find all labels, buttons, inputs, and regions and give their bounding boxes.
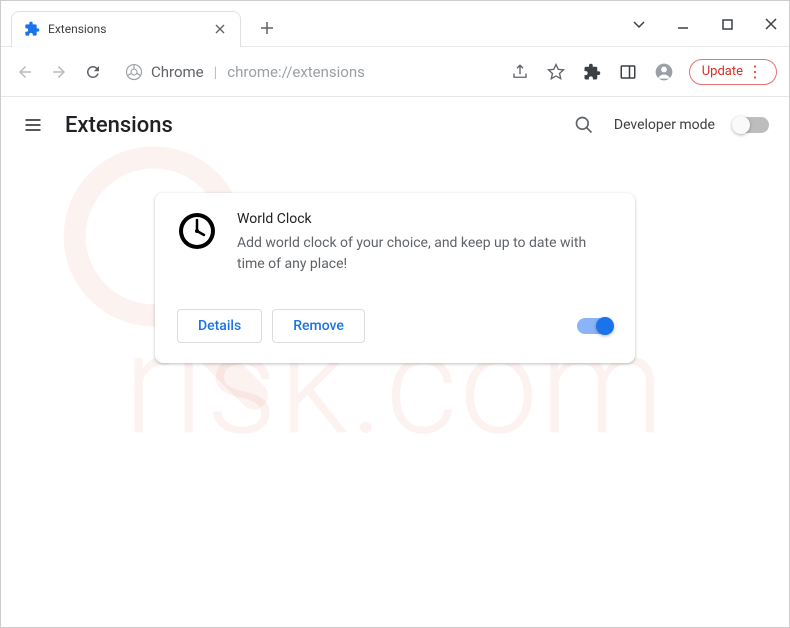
update-button[interactable]: Update ⋮	[689, 59, 777, 85]
new-tab-button[interactable]	[253, 14, 281, 42]
star-icon[interactable]	[545, 61, 567, 83]
details-button[interactable]: Details	[177, 309, 262, 343]
toolbar: Chrome | chrome://extensions Update ⋮	[1, 47, 789, 97]
profile-icon[interactable]	[653, 61, 675, 83]
window-controls	[629, 1, 781, 47]
card-header: World Clock Add world clock of your choi…	[177, 211, 613, 275]
extensions-icon[interactable]	[581, 61, 603, 83]
forward-button[interactable]	[47, 60, 71, 84]
update-label: Update	[702, 64, 743, 79]
menu-dots-icon: ⋮	[747, 64, 762, 80]
chevron-down-icon[interactable]	[629, 14, 649, 34]
clock-icon	[177, 211, 217, 251]
address-separator: |	[214, 63, 218, 81]
share-icon[interactable]	[509, 61, 531, 83]
close-button[interactable]	[761, 14, 781, 34]
toolbar-icons: Update ⋮	[509, 59, 777, 85]
minimize-button[interactable]	[673, 14, 693, 34]
remove-button[interactable]: Remove	[272, 309, 365, 343]
extension-name: World Clock	[237, 211, 613, 227]
reload-button[interactable]	[81, 60, 105, 84]
hamburger-icon[interactable]	[21, 113, 45, 137]
titlebar: Extensions	[1, 1, 789, 47]
extension-card: World Clock Add world clock of your choi…	[155, 193, 635, 363]
sidepanel-icon[interactable]	[617, 61, 639, 83]
address-path: chrome://extensions	[227, 63, 365, 81]
back-button[interactable]	[13, 60, 37, 84]
puzzle-icon	[24, 21, 40, 37]
tab-title: Extensions	[48, 22, 204, 36]
search-icon[interactable]	[572, 113, 596, 137]
maximize-button[interactable]	[717, 14, 737, 34]
developer-mode-label: Developer mode	[614, 117, 715, 133]
chrome-icon	[125, 63, 143, 81]
extensions-list: World Clock Add world clock of your choi…	[1, 153, 789, 363]
page-header: Extensions Developer mode	[1, 97, 789, 153]
address-bar[interactable]: Chrome | chrome://extensions	[115, 56, 499, 88]
close-icon[interactable]	[212, 21, 228, 37]
enable-toggle[interactable]	[577, 318, 613, 334]
card-actions: Details Remove	[177, 309, 613, 343]
page-title: Extensions	[65, 113, 173, 138]
extension-info: World Clock Add world clock of your choi…	[237, 211, 613, 275]
header-right: Developer mode	[572, 113, 769, 137]
extension-description: Add world clock of your choice, and keep…	[237, 233, 613, 275]
developer-mode-toggle[interactable]	[733, 117, 769, 133]
address-host: Chrome	[151, 63, 204, 81]
browser-tab[interactable]: Extensions	[11, 11, 241, 47]
